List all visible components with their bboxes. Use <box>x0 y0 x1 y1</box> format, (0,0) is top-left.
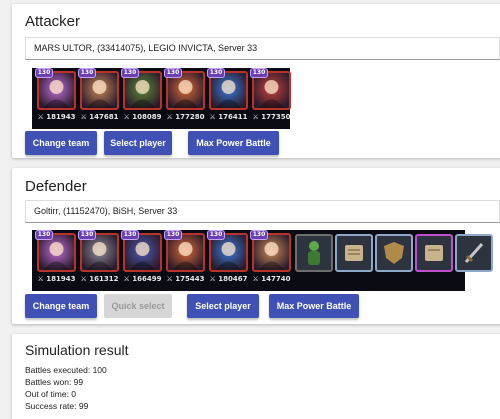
defender-hero-slot[interactable]: 130 ⚔ 180467 <box>207 230 250 288</box>
hero-level-badge: 130 <box>207 230 225 240</box>
hero-power-label: 177280 <box>175 113 205 121</box>
hero-power-value: ⚔ 180467 <box>207 275 250 283</box>
hero-power-value: ⚔ 108089 <box>121 113 164 121</box>
hero-power-label: 176411 <box>218 113 248 121</box>
crossed-swords-icon: ⚔ <box>166 275 176 283</box>
hero-power-label: 177350 <box>261 113 291 121</box>
out-of-time-text: Out of time: 0 <box>25 389 77 399</box>
defender-hero-slot[interactable]: 130 ⚔ 147740 <box>250 230 293 288</box>
hero-power-value: ⚔ 177280 <box>164 113 207 121</box>
hero-level-badge: 130 <box>250 68 268 78</box>
crossed-swords-icon: ⚔ <box>80 275 90 283</box>
defender-select-player-button[interactable]: Select player <box>187 294 259 318</box>
hero-power-value: ⚔ 181943 <box>35 113 78 121</box>
hero-level-badge: 130 <box>78 230 96 240</box>
defender-hero-slot[interactable]: 130 ⚔ 166499 <box>121 230 164 288</box>
hero-level-badge: 130 <box>35 230 53 240</box>
hero-power-label: 161312 <box>89 275 119 283</box>
hero-power-label: 181943 <box>46 113 76 121</box>
attacker-player-field[interactable]: MARS ULTOR, (33414075), LEGIO INVICTA, S… <box>25 37 500 60</box>
scroll-purple-pet-icon[interactable] <box>415 234 453 272</box>
crossed-swords-icon: ⚔ <box>37 113 47 121</box>
attacker-hero-slot[interactable]: 130 ⚔ 108089 <box>121 68 164 126</box>
hero-power-label: 175443 <box>175 275 205 283</box>
defender-title: Defender <box>25 178 87 195</box>
defender-hero-slot[interactable]: 130 ⚔ 181943 <box>35 230 78 288</box>
battles-won-text: Battles won: 99 <box>25 377 84 387</box>
defender-player-field[interactable]: Goltirr, (11152470), BiSH, Server 33 <box>25 200 500 223</box>
crossed-swords-icon: ⚔ <box>80 113 90 121</box>
attacker-select-player-button[interactable]: Select player <box>104 131 172 155</box>
hero-power-label: 180467 <box>218 275 248 283</box>
defender-card: Defender Goltirr, (11152470), BiSH, Serv… <box>12 168 500 324</box>
attacker-hero-slot[interactable]: 130 ⚔ 181943 <box>35 68 78 126</box>
crossed-swords-icon: ⚔ <box>166 113 176 121</box>
hero-power-value: ⚔ 147740 <box>250 275 293 283</box>
hero-power-label: 166499 <box>132 275 162 283</box>
hero-level-badge: 130 <box>121 230 139 240</box>
hero-power-value: ⚔ 161312 <box>78 275 121 283</box>
hero-power-label: 181943 <box>46 275 76 283</box>
hero-power-value: ⚔ 177350 <box>250 113 293 121</box>
attacker-hero-slot[interactable]: 130 ⚔ 176411 <box>207 68 250 126</box>
defender-max-power-button[interactable]: Max Power Battle <box>269 294 359 318</box>
hero-level-badge: 130 <box>164 68 182 78</box>
hero-power-label: 108089 <box>132 113 162 121</box>
defender-hero-slot[interactable]: 130 ⚔ 175443 <box>164 230 207 288</box>
defender-team-strip[interactable]: 130 ⚔ 181943 130 ⚔ 161312 130 ⚔ 166499 130 ⚔ 17… <box>32 230 493 291</box>
crossed-swords-icon: ⚔ <box>252 113 262 121</box>
crossed-swords-icon: ⚔ <box>252 275 262 283</box>
hero-power-value: ⚔ 166499 <box>121 275 164 283</box>
defender-quick-select-button[interactable]: Quick select <box>104 294 172 318</box>
scroll-pet-icon[interactable] <box>335 234 373 272</box>
attacker-hero-slot[interactable]: 130 ⚔ 147681 <box>78 68 121 126</box>
hero-power-label: 147740 <box>261 275 291 283</box>
hero-power-value: ⚔ 176411 <box>207 113 250 121</box>
simulation-card: Simulation result Battles executed: 100 … <box>12 334 500 419</box>
defender-change-team-button[interactable]: Change team <box>25 294 97 318</box>
attacker-change-team-button[interactable]: Change team <box>25 131 97 155</box>
attacker-max-power-button[interactable]: Max Power Battle <box>188 131 279 155</box>
crossed-swords-icon: ⚔ <box>37 275 47 283</box>
crossed-swords-icon: ⚔ <box>123 275 133 283</box>
hero-level-badge: 130 <box>35 68 53 78</box>
defender-hero-slot[interactable]: 130 ⚔ 161312 <box>78 230 121 288</box>
hero-power-value: ⚔ 175443 <box>164 275 207 283</box>
crossed-swords-icon: ⚔ <box>123 113 133 121</box>
hero-level-badge: 130 <box>250 230 268 240</box>
hero-level-badge: 130 <box>164 230 182 240</box>
hero-power-value: ⚔ 181943 <box>35 275 78 283</box>
sword-pet-icon[interactable] <box>455 234 493 272</box>
success-rate-text: Success rate: 99 <box>25 401 89 411</box>
battles-executed-text: Battles executed: 100 <box>25 365 107 375</box>
simulation-title: Simulation result <box>25 342 129 358</box>
attacker-title: Attacker <box>25 13 81 30</box>
hero-level-badge: 130 <box>207 68 225 78</box>
attacker-hero-slot[interactable]: 130 ⚔ 177350 <box>250 68 293 126</box>
hero-power-value: ⚔ 147681 <box>78 113 121 121</box>
attacker-hero-slot[interactable]: 130 ⚔ 177280 <box>164 68 207 126</box>
shield-pet-icon[interactable] <box>375 234 413 272</box>
hero-power-label: 147681 <box>89 113 119 121</box>
figure-pet-icon[interactable] <box>295 234 333 272</box>
hero-level-badge: 130 <box>121 68 139 78</box>
hero-level-badge: 130 <box>78 68 96 78</box>
crossed-swords-icon: ⚔ <box>209 275 219 283</box>
crossed-swords-icon: ⚔ <box>209 113 219 121</box>
attacker-card: Attacker MARS ULTOR, (33414075), LEGIO I… <box>12 4 500 158</box>
attacker-team-strip[interactable]: 130 ⚔ 181943 130 ⚔ 147681 130 ⚔ 108089 130 ⚔ 17… <box>32 68 293 129</box>
